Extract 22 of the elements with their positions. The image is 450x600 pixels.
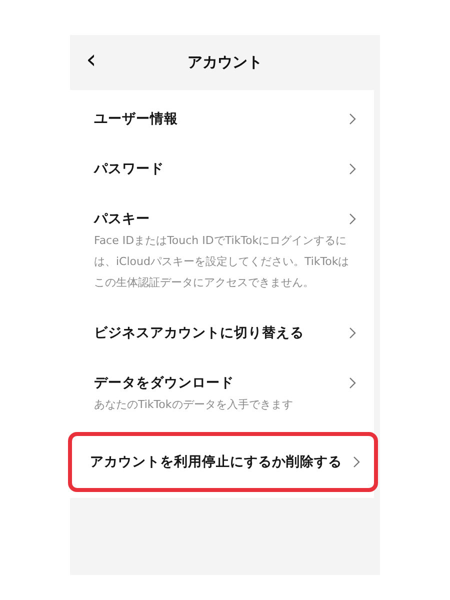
- row-label: アカウントを利用停止にするか削除する: [90, 453, 342, 472]
- row-label: データをダウンロード: [94, 374, 234, 393]
- row-description: Face IDまたはTouch IDでTikTokにログインするには、iCloudパスキーを設定してください。TikTokはこの生体認証データにアクセスできません。: [94, 233, 350, 291]
- chevron-right-icon: [349, 327, 356, 339]
- chevron-right-icon: [349, 213, 356, 225]
- chevron-right-icon: [353, 456, 360, 468]
- row-label: パスワード: [94, 160, 164, 179]
- chevron-right-icon: [349, 377, 356, 389]
- settings-row[interactable]: アカウントを利用停止にするか削除する: [68, 432, 378, 492]
- settings-row[interactable]: ユーザー情報: [70, 94, 374, 144]
- chevron-right-icon: [349, 113, 356, 125]
- settings-row[interactable]: パスワード: [70, 144, 374, 194]
- row-description: あなたのTikTokのデータを入手できます: [94, 397, 294, 413]
- settings-row[interactable]: パスキー Face IDまたはTouch IDでTikTokにログインするには、iCloudパスキーを設定してください。TikTokはこの生体認証データにアクセスできません。: [70, 194, 374, 308]
- row-label: ユーザー情報: [94, 110, 178, 129]
- settings-row[interactable]: ビジネスアカウントに切り替える: [70, 308, 374, 358]
- chevron-right-icon: [349, 163, 356, 175]
- row-label: パスキー: [94, 210, 150, 229]
- settings-row[interactable]: データをダウンロード あなたのTikTokのデータを入手できます: [70, 358, 374, 430]
- back-button[interactable]: ‹: [82, 47, 100, 73]
- screen-title: アカウント: [188, 53, 262, 72]
- row-label: ビジネスアカウントに切り替える: [94, 324, 304, 343]
